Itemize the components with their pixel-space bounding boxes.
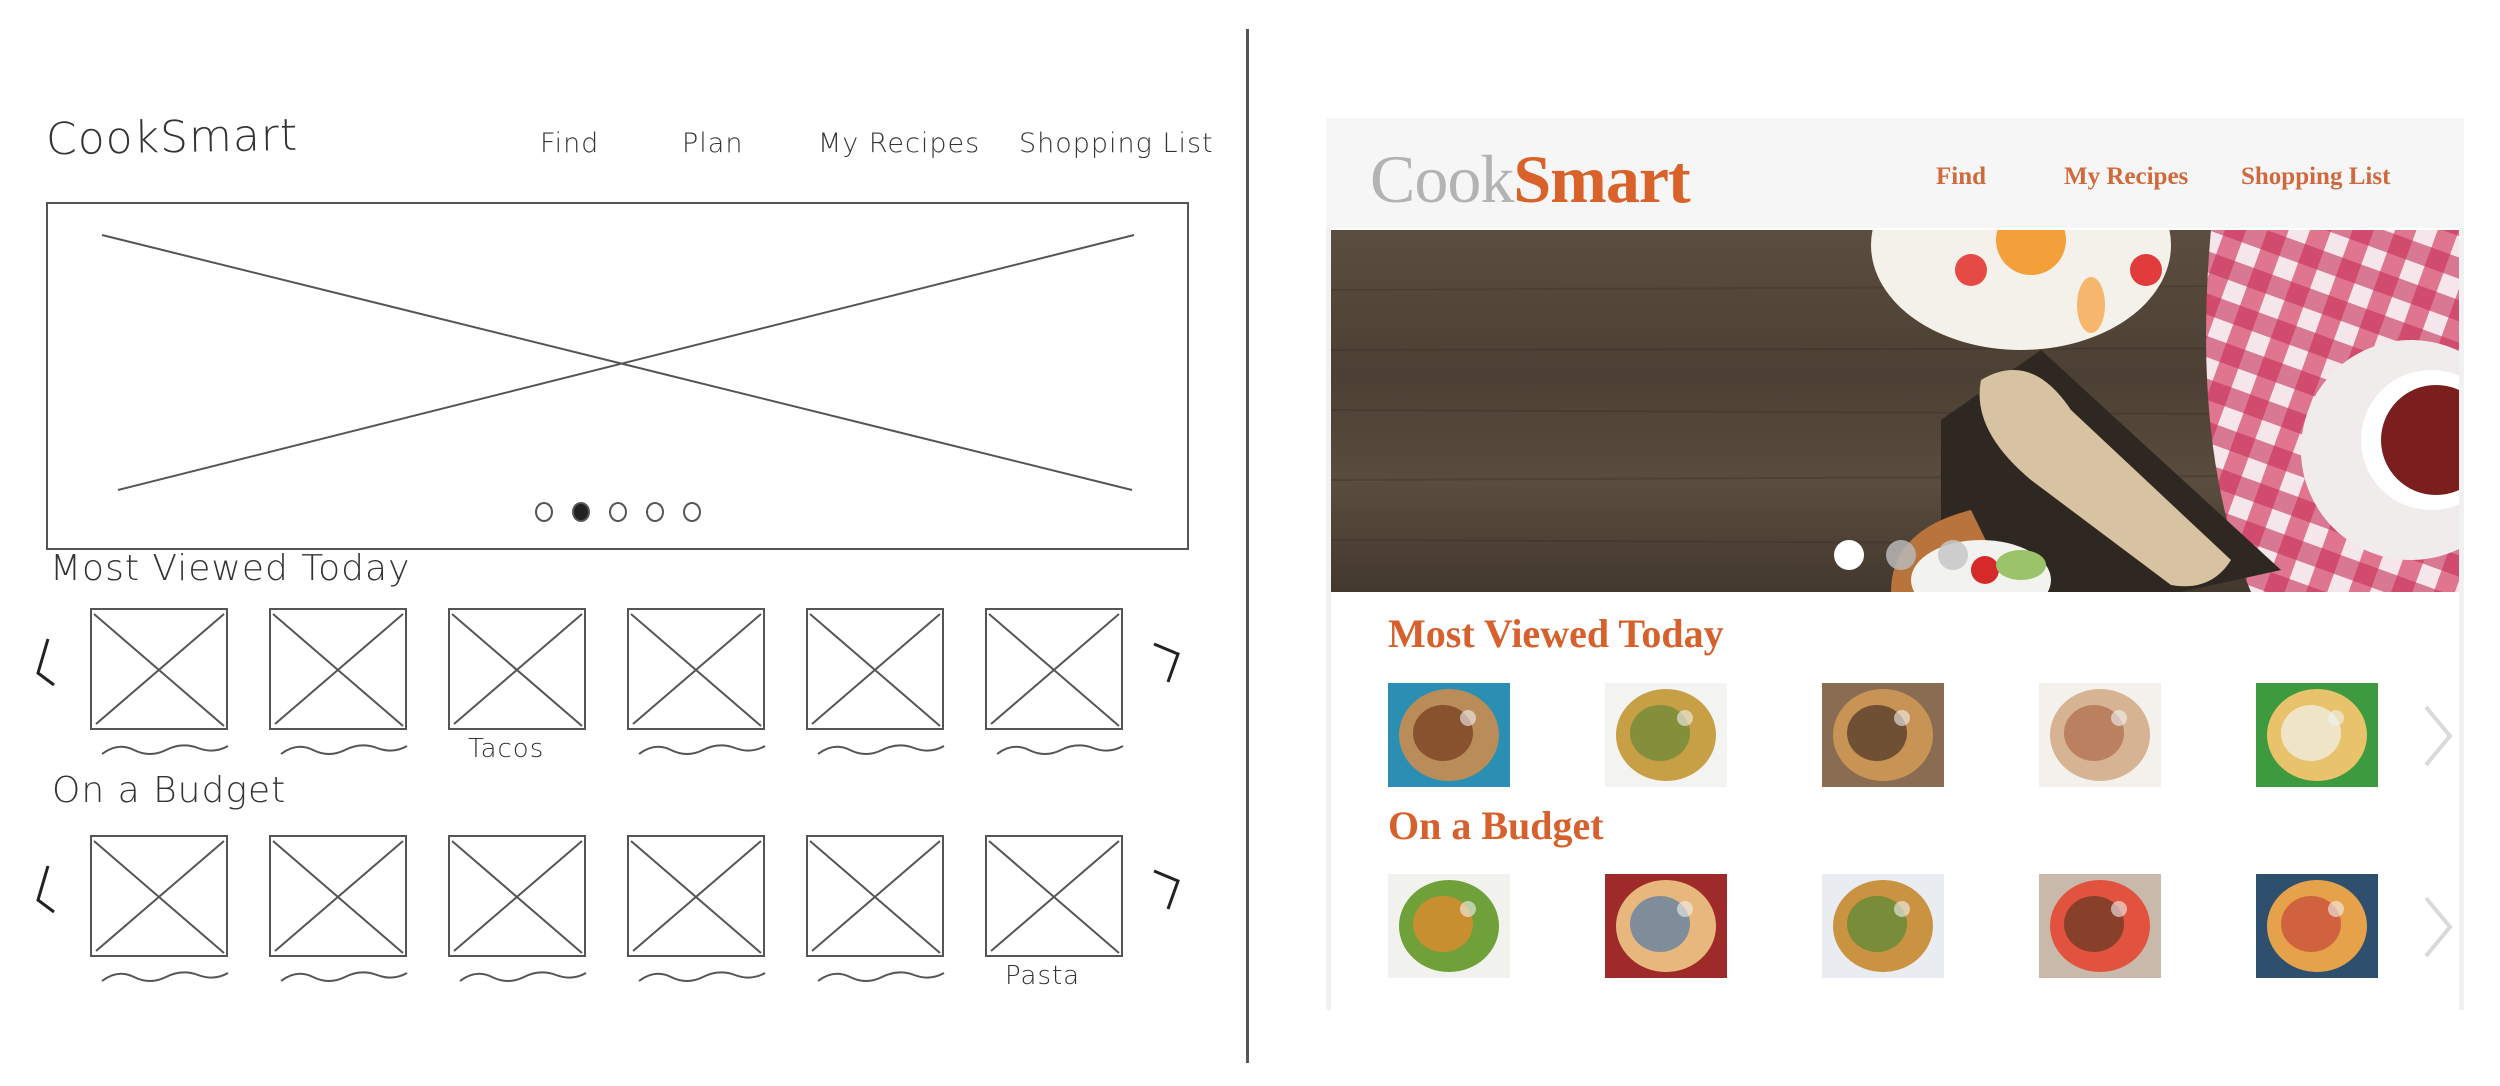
food-photo [1399, 689, 1499, 781]
carousel-dot[interactable] [609, 502, 627, 522]
chevron-right-icon[interactable] [2420, 892, 2460, 962]
wireframe-nav-find[interactable]: Find [540, 128, 599, 159]
text-placeholder-squiggle [816, 967, 946, 987]
recipe-card-title: Pasta [1005, 961, 1081, 991]
wireframe-nav-plan[interactable]: Plan [682, 128, 743, 159]
hero-image [1331, 230, 2459, 592]
divider [1246, 29, 1249, 1063]
wireframe-section-title-most-viewed: Most Viewed Today [50, 548, 411, 589]
food-photo [1616, 880, 1716, 972]
food-photo [2267, 880, 2367, 972]
recipe-card-placeholder[interactable] [806, 835, 944, 957]
recipe-thumbnail-salad[interactable] [1388, 874, 1510, 978]
text-placeholder-squiggle [458, 967, 588, 987]
recipe-card-placeholder[interactable] [269, 835, 407, 957]
wireframe-logo: CookSmart [45, 109, 299, 166]
carousel-dot[interactable] [683, 502, 701, 522]
chevron-left-icon[interactable] [30, 860, 60, 920]
wireframe-nav-shopping-list[interactable]: Shopping List [1019, 128, 1214, 159]
text-placeholder-squiggle [100, 967, 230, 987]
image-placeholder-icon [272, 613, 404, 727]
text-placeholder-squiggle [816, 740, 946, 760]
recipe-card-placeholder[interactable] [806, 608, 944, 730]
image-placeholder-icon [451, 613, 583, 727]
image-placeholder-icon [809, 840, 941, 954]
recipe-thumbnail-pizza[interactable] [2039, 874, 2161, 978]
image-placeholder-icon [809, 613, 941, 727]
recipe-thumbnail-pasta[interactable] [1605, 683, 1727, 787]
mockup-section-title-on-a-budget: On a Budget [1388, 803, 1604, 848]
wireframe-hero-placeholder [46, 202, 1189, 550]
recipe-thumbnail-sandwiches[interactable] [1822, 683, 1944, 787]
chevron-right-icon[interactable] [1150, 638, 1186, 688]
carousel-dot[interactable] [572, 502, 590, 522]
carousel-dot[interactable] [1886, 540, 1916, 570]
recipe-card-placeholder[interactable] [269, 608, 407, 730]
recipe-thumbnail-pizza[interactable] [2256, 683, 2378, 787]
recipe-card-placeholder[interactable] [627, 835, 765, 957]
text-placeholder-squiggle [100, 740, 230, 760]
recipe-card-placeholder[interactable] [448, 835, 586, 957]
food-photo [1616, 689, 1716, 781]
recipe-thumbnail-roasted-vegetables[interactable] [2256, 874, 2378, 978]
recipe-thumbnail-tacos[interactable] [1388, 683, 1510, 787]
recipe-card-placeholder[interactable] [90, 835, 228, 957]
food-photo [1833, 880, 1933, 972]
mockup-logo[interactable]: CookSmart [1370, 140, 1691, 219]
image-placeholder-icon [630, 840, 762, 954]
text-placeholder-squiggle [279, 740, 409, 760]
mockup-nav-find[interactable]: Find [1936, 163, 1986, 191]
mockup-section-title-most-viewed: Most Viewed Today [1388, 611, 1724, 656]
recipe-card-placeholder[interactable] [627, 608, 765, 730]
text-placeholder-squiggle [995, 740, 1125, 760]
image-placeholder-icon [93, 840, 225, 954]
logo-smart: Smart [1513, 141, 1690, 217]
carousel-dot[interactable] [1938, 540, 1968, 570]
mockup-nav-shopping-list[interactable]: Shopping List [2241, 163, 2390, 191]
recipe-thumbnail-pancakes[interactable] [2039, 683, 2161, 787]
text-placeholder-squiggle [637, 967, 767, 987]
food-photo [2050, 880, 2150, 972]
image-placeholder-icon [272, 840, 404, 954]
hero-food-illustration [1331, 230, 2459, 592]
text-placeholder-squiggle [279, 967, 409, 987]
food-photo [1399, 880, 1499, 972]
chevron-left-icon[interactable] [30, 633, 60, 693]
image-placeholder-icon [988, 613, 1120, 727]
recipe-card-placeholder[interactable] [985, 835, 1123, 957]
recipe-card-placeholder[interactable] [448, 608, 586, 730]
recipe-card-title: Tacos [468, 734, 545, 764]
chevron-right-icon[interactable] [2420, 701, 2460, 771]
carousel-dot[interactable] [646, 502, 664, 522]
image-placeholder-icon [101, 234, 1135, 491]
food-photo [1833, 689, 1933, 781]
carousel-dot[interactable] [1834, 540, 1864, 570]
image-placeholder-icon [988, 840, 1120, 954]
recipe-card-placeholder[interactable] [985, 608, 1123, 730]
recipe-thumbnail-quiche[interactable] [1605, 874, 1727, 978]
mockup-nav-my-recipes[interactable]: My Recipes [2064, 163, 2188, 191]
chevron-right-icon[interactable] [1150, 865, 1186, 915]
image-placeholder-icon [93, 613, 225, 727]
image-placeholder-icon [451, 840, 583, 954]
logo-cook: Cook [1370, 141, 1514, 217]
food-photo [2267, 689, 2367, 781]
food-photo [2050, 689, 2150, 781]
wireframe-nav-my-recipes[interactable]: My Recipes [818, 128, 980, 159]
wireframe-section-title-on-a-budget: On a Budget [52, 770, 287, 811]
text-placeholder-squiggle [637, 740, 767, 760]
recipe-card-placeholder[interactable] [90, 608, 228, 730]
image-placeholder-icon [630, 613, 762, 727]
recipe-thumbnail-casserole[interactable] [1822, 874, 1944, 978]
carousel-dot[interactable] [535, 502, 553, 522]
